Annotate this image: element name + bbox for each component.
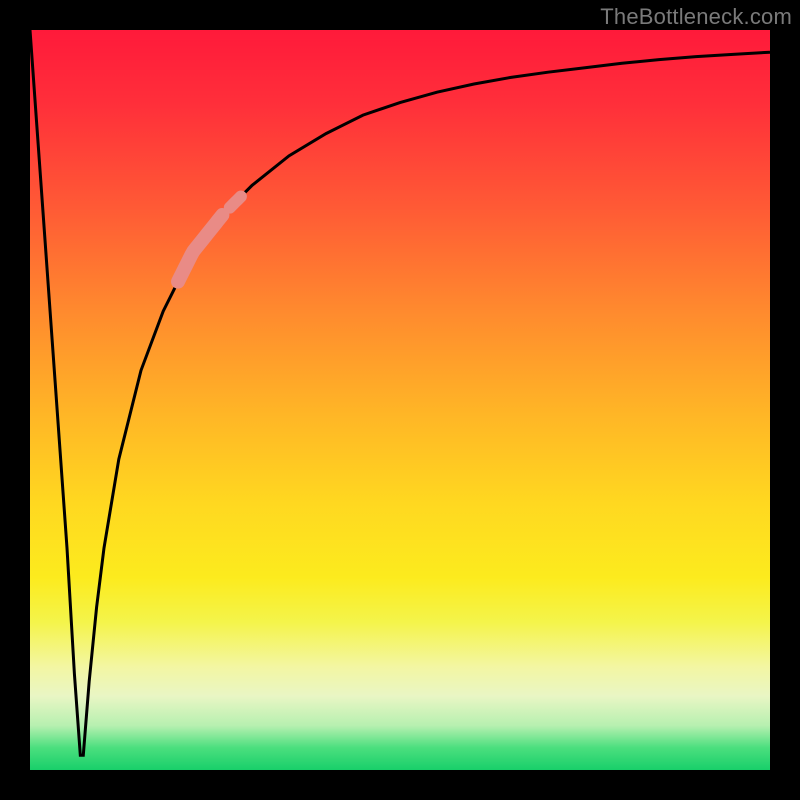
curve-highlight-dot — [230, 197, 241, 208]
chart-frame: TheBottleneck.com — [0, 0, 800, 800]
curve-layer — [30, 30, 770, 770]
bottleneck-curve — [30, 30, 770, 755]
watermark-text: TheBottleneck.com — [600, 4, 792, 30]
curve-highlight-segment — [178, 215, 222, 282]
